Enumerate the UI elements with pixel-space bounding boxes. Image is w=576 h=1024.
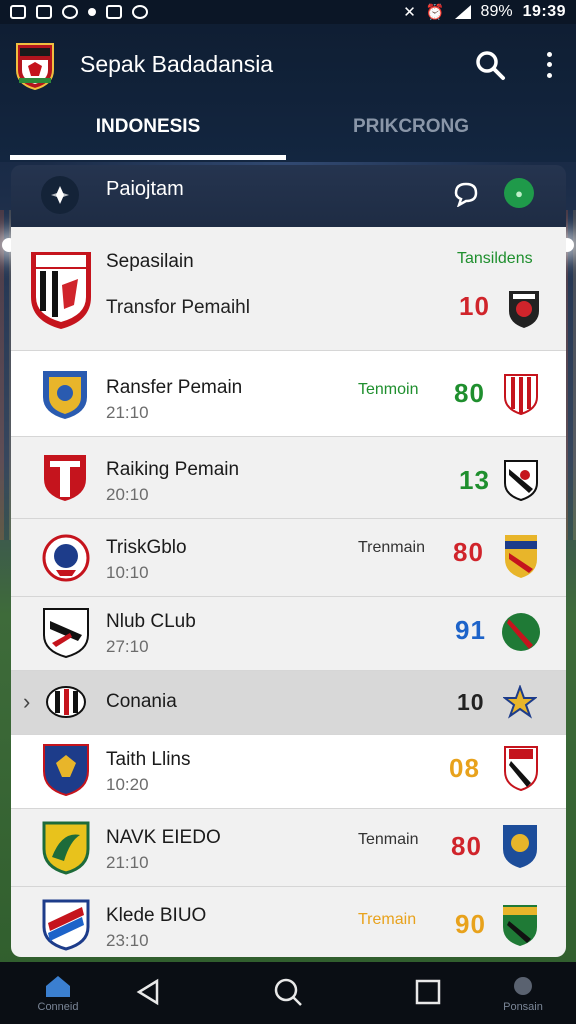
match-time: 21:10 bbox=[106, 853, 149, 872]
club-name: NAVK EIEDO bbox=[106, 827, 221, 848]
compass-icon[interactable] bbox=[41, 176, 79, 214]
circle-icon bbox=[132, 5, 148, 19]
club-crest-icon bbox=[42, 899, 90, 951]
opponent-crest-icon bbox=[505, 535, 537, 578]
app-title: Sepak Badadansia bbox=[80, 51, 274, 77]
club-name: Sepasilain bbox=[106, 251, 194, 272]
status-label: Trenmain bbox=[358, 539, 425, 556]
list-item[interactable]: Klede BIUO 23:10 Tremain 90 bbox=[11, 887, 566, 957]
score: 10 bbox=[459, 291, 490, 321]
back-triangle-icon bbox=[136, 978, 159, 1005]
list-item[interactable]: NAVK EIEDO 21:10 Tenmain 80 bbox=[11, 809, 566, 887]
list-item[interactable]: Raiking Pemain 20:10 13 bbox=[11, 437, 566, 519]
match-time: 20:10 bbox=[106, 485, 149, 504]
club-crest-icon bbox=[44, 455, 86, 501]
status-label: Tansildens bbox=[457, 250, 533, 267]
tab-prikcrong[interactable]: PRIKCRONG bbox=[286, 116, 536, 160]
nav-profile[interactable]: Ponsain bbox=[488, 962, 558, 1024]
match-time: 23:10 bbox=[106, 931, 149, 950]
score: 91 bbox=[455, 615, 486, 645]
score: 10 bbox=[457, 689, 485, 715]
opponent-crest-icon bbox=[504, 746, 538, 791]
club-crest-icon bbox=[42, 534, 90, 582]
more-options-icon[interactable] bbox=[538, 49, 560, 81]
search-icon[interactable] bbox=[474, 49, 506, 81]
star-crest-icon bbox=[503, 685, 537, 719]
opponent-crest-icon bbox=[504, 460, 538, 501]
list-item[interactable]: Taith Llins 10:20 08 bbox=[11, 735, 566, 809]
list-item[interactable]: Nlub CLub 27:10 91 bbox=[11, 597, 566, 671]
square-recents-icon bbox=[415, 979, 441, 1004]
club-name: Taith Llins bbox=[106, 749, 191, 770]
app-bar: Sepak Badadansia INDONESIS PRIKCRONG bbox=[0, 24, 576, 162]
opponent-crest-icon bbox=[504, 374, 538, 415]
status-label: Tremain bbox=[358, 911, 417, 928]
clock: 19:39 bbox=[522, 3, 566, 20]
club-list: Paiojtam ● Sepasilain Transfor Pemaihl T… bbox=[11, 165, 566, 957]
score: 80 bbox=[451, 831, 482, 861]
chat-icon bbox=[62, 5, 78, 19]
opponent-crest-icon bbox=[502, 613, 540, 651]
club-crest-logo-icon bbox=[16, 43, 54, 90]
opponent-crest-icon bbox=[503, 905, 537, 946]
score: 13 bbox=[459, 465, 490, 495]
nav-recents[interactable] bbox=[400, 962, 456, 1024]
score: 90 bbox=[455, 909, 486, 939]
club-name: Raiking Pemain bbox=[106, 459, 240, 480]
list-item[interactable]: Sepasilain Transfor Pemaihl Tansildens 1… bbox=[11, 227, 566, 351]
match-time: 21:10 bbox=[106, 403, 149, 422]
active-tab-indicator bbox=[10, 155, 286, 160]
opponent-crest-icon bbox=[509, 291, 539, 328]
score: 80 bbox=[454, 378, 485, 408]
image-icon bbox=[36, 5, 52, 19]
search-icon bbox=[274, 978, 302, 1006]
nav-profile-label: Ponsain bbox=[503, 1000, 543, 1013]
battery-level: 89% bbox=[480, 3, 513, 20]
home-icon bbox=[46, 975, 70, 997]
comment-icon[interactable] bbox=[453, 181, 479, 207]
notification-icon bbox=[10, 5, 26, 19]
list-item[interactable]: TriskGblo 10:10 Trenmain 80 bbox=[11, 519, 566, 597]
dot-icon bbox=[88, 8, 96, 16]
list-item[interactable]: Ransfer Pemain 21:10 Tenmoin 80 bbox=[11, 351, 566, 437]
status-bar: ✕ ⏰ 89% 19:39 bbox=[0, 0, 576, 24]
club-name: Klede BIUO bbox=[106, 905, 207, 926]
club-subtitle: Transfor Pemaihl bbox=[106, 297, 250, 318]
status-label: Tenmoin bbox=[358, 381, 419, 398]
mute-icon: ✕ bbox=[403, 4, 416, 21]
live-status-icon[interactable]: ● bbox=[504, 178, 534, 208]
opponent-crest-icon bbox=[503, 825, 537, 868]
match-time: 10:10 bbox=[106, 563, 149, 582]
signal-icon bbox=[454, 5, 471, 19]
match-time: 27:10 bbox=[106, 637, 149, 656]
club-crest-icon bbox=[42, 821, 90, 875]
alarm-icon: ⏰ bbox=[425, 4, 445, 21]
club-name: TriskGblo bbox=[106, 537, 187, 558]
club-name: Ransfer Pemain bbox=[106, 377, 243, 398]
club-crest-icon bbox=[43, 608, 89, 659]
profile-icon bbox=[514, 976, 532, 995]
list-header-title: Paiojtam bbox=[106, 178, 184, 200]
nav-back[interactable] bbox=[120, 962, 176, 1024]
club-crest-icon bbox=[46, 686, 86, 718]
nav-search[interactable] bbox=[260, 962, 316, 1024]
match-time: 10:20 bbox=[106, 775, 149, 794]
list-header: Paiojtam ● bbox=[11, 165, 566, 227]
tab-indonesis[interactable]: INDONESIS bbox=[10, 116, 286, 160]
nav-home-label: Conneid bbox=[37, 1000, 79, 1013]
score: 80 bbox=[453, 537, 484, 567]
club-crest-icon bbox=[43, 744, 89, 797]
club-name: Nlub CLub bbox=[106, 611, 196, 632]
club-crest-icon bbox=[31, 252, 91, 329]
chevron-right-icon: › bbox=[23, 689, 31, 714]
status-label: Tenmain bbox=[358, 831, 419, 848]
list-item[interactable]: › Conania 10 bbox=[11, 671, 566, 735]
club-crest-icon bbox=[43, 371, 87, 419]
app-notification-icon bbox=[106, 5, 122, 19]
bottom-navigation-bar: Conneid Ponsain bbox=[0, 962, 576, 1024]
club-name: Conania bbox=[106, 691, 177, 712]
nav-home[interactable]: Conneid bbox=[20, 962, 96, 1024]
score: 08 bbox=[449, 753, 480, 783]
